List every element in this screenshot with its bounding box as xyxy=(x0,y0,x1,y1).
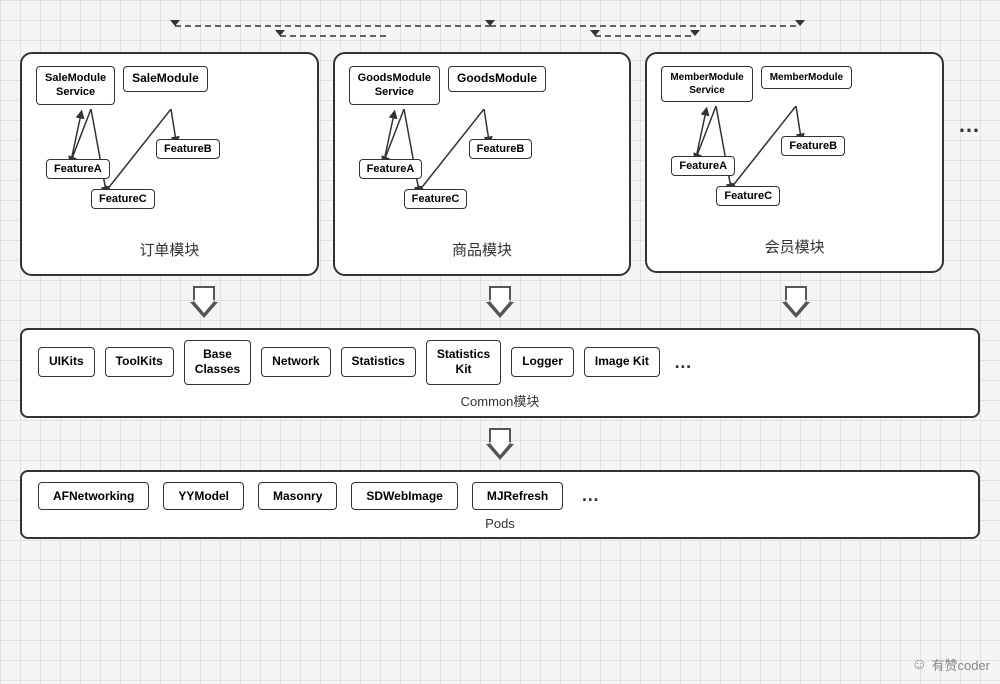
pods-mjrefresh: MJRefresh xyxy=(472,482,563,510)
goods-feature-c: FeatureC xyxy=(404,189,468,209)
common-module: UIKits ToolKits BaseClasses Network Stat… xyxy=(20,328,980,418)
sale-feature-b: FeatureB xyxy=(156,139,220,159)
dashed-connectors-area xyxy=(20,16,980,52)
watermark-text: 有赞coder xyxy=(931,655,990,674)
pods-ellipsis: … xyxy=(581,485,599,506)
common-items: UIKits ToolKits BaseClasses Network Stat… xyxy=(38,340,962,385)
sale-feature-a: FeatureA xyxy=(46,159,110,179)
common-statistics-kit: StatisticsKit xyxy=(426,340,501,385)
goods-feature-a: FeatureA xyxy=(359,159,423,179)
pods-sdwebimage: SDWebImage xyxy=(351,482,457,510)
goods-module-service-box: GoodsModuleService xyxy=(349,66,440,105)
pods-afnetworking: AFNetworking xyxy=(38,482,149,510)
down-arrows-row-1 xyxy=(90,286,910,318)
goods-module-group: GoodsModuleService GoodsModule Fea xyxy=(333,52,632,276)
sale-module-inner: SaleModuleService SaleModule xyxy=(36,66,303,105)
sale-module-service-box: SaleModuleService xyxy=(36,66,115,105)
member-module-group: MemberModuleService MemberModule F xyxy=(645,52,944,273)
watermark: ☺ 有赞coder xyxy=(911,655,990,674)
down-arrow-2 xyxy=(486,286,514,318)
member-module-service-box: MemberModuleService xyxy=(661,66,752,102)
sale-group-label: 订单模块 xyxy=(36,239,303,260)
member-feature-a: FeatureA xyxy=(671,156,735,176)
down-arrow-1 xyxy=(190,286,218,318)
common-statistics: Statistics xyxy=(341,347,416,377)
member-group-label: 会员模块 xyxy=(661,236,928,257)
pods-label: Pods xyxy=(38,516,962,531)
common-ellipsis: … xyxy=(674,352,692,373)
goods-feature-b: FeatureB xyxy=(469,139,533,159)
down-arrow-3 xyxy=(782,286,810,318)
common-baseclasses: BaseClasses xyxy=(184,340,251,385)
single-arrow-row xyxy=(20,428,980,460)
down-arrow-to-pods xyxy=(486,428,514,460)
common-label: Common模块 xyxy=(38,391,962,410)
sale-feature-c: FeatureC xyxy=(91,189,155,209)
modules-ellipsis: … xyxy=(958,52,980,138)
modules-row: SaleModuleService SaleModule xyxy=(20,52,980,276)
goods-module-box: GoodsModule xyxy=(448,66,546,92)
sale-module-group: SaleModuleService SaleModule xyxy=(20,52,319,276)
goods-module-inner: GoodsModuleService GoodsModule xyxy=(349,66,616,105)
member-feature-c: FeatureC xyxy=(716,186,780,206)
pods-module: AFNetworking YYModel Masonry SDWebImage … xyxy=(20,470,980,539)
main-container: SaleModuleService SaleModule xyxy=(0,0,1000,684)
pods-yymodel: YYModel xyxy=(163,482,244,510)
pods-items: AFNetworking YYModel Masonry SDWebImage … xyxy=(38,482,962,510)
pods-masonry: Masonry xyxy=(258,482,337,510)
member-feature-b: FeatureB xyxy=(781,136,845,156)
goods-group-label: 商品模块 xyxy=(349,239,616,260)
common-logger: Logger xyxy=(511,347,574,377)
common-network: Network xyxy=(261,347,330,377)
common-toolkits: ToolKits xyxy=(105,347,174,377)
common-uikits: UIKits xyxy=(38,347,95,377)
member-module-inner: MemberModuleService MemberModule xyxy=(661,66,928,102)
common-imagekit: Image Kit xyxy=(584,347,660,377)
sale-module-box: SaleModule xyxy=(123,66,208,92)
member-module-box: MemberModule xyxy=(761,66,852,89)
